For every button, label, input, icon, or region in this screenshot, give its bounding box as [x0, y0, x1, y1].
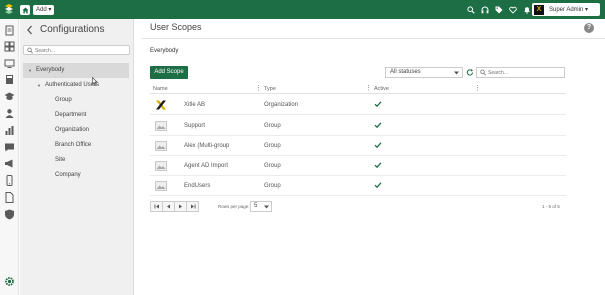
home-button[interactable]	[20, 5, 30, 15]
next-page-icon	[179, 204, 182, 209]
tree-item-company[interactable]: Company	[55, 172, 81, 178]
settings-gear-icon[interactable]	[4, 276, 15, 287]
heart-icon[interactable]	[508, 4, 518, 15]
row-name: Agent AD Import	[184, 163, 229, 169]
pagination-controls	[150, 201, 199, 212]
page-title: User Scopes	[150, 22, 202, 32]
dashboard-grid-icon[interactable]	[4, 41, 15, 52]
dropdown-arrow-icon	[264, 205, 269, 209]
file-icon[interactable]	[4, 192, 15, 203]
table-row[interactable]: Alex (Multi-group Group	[150, 136, 566, 156]
user-menu[interactable]: X Super Admin ▾	[532, 3, 600, 16]
first-page-icon	[154, 204, 159, 209]
search-icon	[27, 47, 33, 54]
tree-item-organization[interactable]: Organization	[55, 127, 89, 133]
shield-icon[interactable]	[4, 209, 15, 220]
row-type: Group	[264, 183, 281, 189]
tree-item-group[interactable]: Group	[55, 97, 72, 103]
column-menu-icon[interactable]: ⋮	[365, 85, 372, 93]
app-logo[interactable]	[4, 4, 14, 15]
config-search-field[interactable]	[23, 45, 130, 55]
previous-page-icon	[167, 204, 170, 209]
user-name: Super Admin ▾	[549, 7, 589, 13]
calculator-icon[interactable]	[4, 74, 15, 85]
status-filter-value: All statuses	[390, 69, 421, 75]
document-icon[interactable]	[4, 25, 15, 36]
tree-item-authenticated-users[interactable]: Authenticated Users	[45, 82, 99, 88]
row-type: Group	[264, 123, 281, 129]
configurations-panel: Configurations ▼ Everybody ▼ Authenticat…	[20, 19, 134, 295]
person-icon[interactable]	[4, 108, 15, 119]
refresh-icon[interactable]	[466, 68, 474, 77]
mouse-pointer-icon	[92, 77, 98, 86]
table-row[interactable]: Agent AD Import Group	[150, 156, 566, 176]
image-placeholder-icon	[155, 161, 167, 171]
tree-item-branch-office[interactable]: Branch Office	[55, 142, 91, 148]
help-icon[interactable]: ?	[584, 23, 594, 33]
config-search-input[interactable]	[35, 47, 127, 54]
mobile-phone-icon[interactable]	[4, 175, 15, 186]
dropdown-arrow-icon	[454, 71, 459, 75]
row-name: Xitle AB	[184, 102, 206, 108]
headset-icon[interactable]	[480, 4, 490, 15]
row-name: Support	[184, 123, 206, 129]
bar-chart-icon[interactable]	[4, 125, 15, 136]
expand-caret-icon[interactable]: ▼	[28, 68, 32, 73]
image-placeholder-icon	[155, 141, 167, 151]
add-scope-button[interactable]: Add Scope	[150, 66, 188, 79]
active-check-icon	[374, 101, 382, 108]
row-name: Alex (Multi-group	[184, 143, 230, 149]
brand-x-logo	[156, 100, 166, 110]
add-menu-button[interactable]: Add ▾	[33, 5, 55, 15]
tree-item-site[interactable]: Site	[55, 157, 65, 163]
notification-bell-icon[interactable]	[522, 4, 532, 15]
column-menu-icon[interactable]: ⋮	[255, 85, 262, 93]
megaphone-icon[interactable]	[4, 158, 15, 169]
active-check-icon	[374, 122, 382, 129]
column-header-name[interactable]: Name	[153, 86, 168, 92]
image-placeholder-icon	[155, 181, 167, 191]
active-check-icon	[374, 142, 382, 149]
table-header: Name ⋮ Type ⋮ Active ⋮	[150, 85, 566, 94]
rows-per-page-select[interactable]: 5	[250, 201, 272, 212]
chat-icon[interactable]	[4, 142, 15, 153]
monitor-icon[interactable]	[4, 58, 15, 69]
row-name: EndUsers	[184, 183, 211, 189]
table-search-input[interactable]	[488, 69, 562, 76]
table-row[interactable]: Support Group	[150, 116, 566, 136]
home-icon	[22, 7, 28, 13]
tree-item-department[interactable]: Department	[55, 112, 86, 118]
back-chevron-icon[interactable]	[25, 24, 34, 36]
active-check-icon	[374, 162, 382, 169]
header-divider	[142, 38, 605, 39]
top-bar: Add ▾ X Super Admin ▾	[0, 0, 605, 19]
tag-icon[interactable]	[494, 4, 504, 15]
image-placeholder-icon	[155, 121, 167, 131]
expand-caret-icon[interactable]: ▼	[37, 83, 41, 88]
search-icon[interactable]	[466, 4, 476, 15]
graduation-cap-icon[interactable]	[4, 91, 15, 102]
column-menu-icon[interactable]: ⋮	[474, 85, 481, 93]
active-check-icon	[374, 182, 382, 189]
table-row[interactable]: Xitle AB Organization	[150, 95, 566, 115]
last-page-button[interactable]	[186, 201, 199, 212]
row-type: Group	[264, 163, 281, 169]
column-header-active[interactable]: Active	[374, 86, 389, 92]
row-type: Group	[264, 143, 281, 149]
search-icon	[480, 69, 486, 76]
table-search-field[interactable]	[476, 67, 565, 78]
main-nav-bar	[0, 19, 19, 295]
status-filter-select[interactable]: All statuses	[385, 67, 463, 78]
rows-per-page-value: 5	[254, 203, 258, 209]
last-page-icon	[190, 204, 195, 209]
row-type: Organization	[264, 102, 299, 108]
configurations-title: Configurations	[40, 24, 105, 35]
section-title: Everybody	[150, 48, 179, 54]
column-header-type[interactable]: Type	[264, 86, 276, 92]
records-count: 1 - 5 of 5	[542, 204, 560, 209]
user-avatar: X	[534, 4, 544, 15]
tree-item-everybody[interactable]: Everybody	[36, 67, 64, 73]
rows-per-page-label: Rows per page:	[218, 204, 250, 209]
table-row[interactable]: EndUsers Group	[150, 176, 566, 196]
